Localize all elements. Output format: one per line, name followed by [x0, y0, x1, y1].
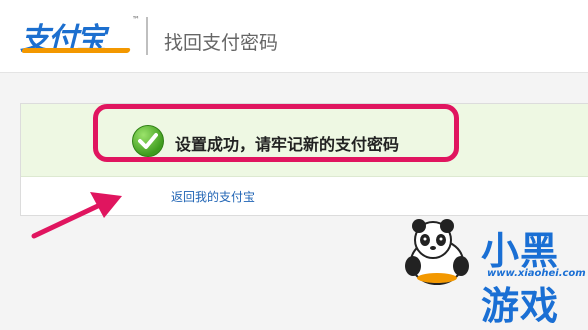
highlight-annotation — [93, 104, 459, 162]
return-to-alipay-link[interactable]: 返回我的支付宝 — [171, 188, 255, 205]
brand-url: www.xiaohei.com — [487, 268, 586, 279]
page-header: 支付宝 ™ 找回支付密码 — [0, 0, 588, 73]
logo-trademark: ™ — [132, 15, 140, 24]
panda-mascot-icon — [405, 219, 469, 285]
header-divider — [146, 17, 148, 55]
logo-swoosh — [21, 48, 131, 53]
arrow-annotation-icon — [31, 192, 122, 239]
page-title: 找回支付密码 — [164, 32, 279, 54]
watermark-brand: 小黑游戏 www.xiaohei.com — [395, 216, 586, 328]
